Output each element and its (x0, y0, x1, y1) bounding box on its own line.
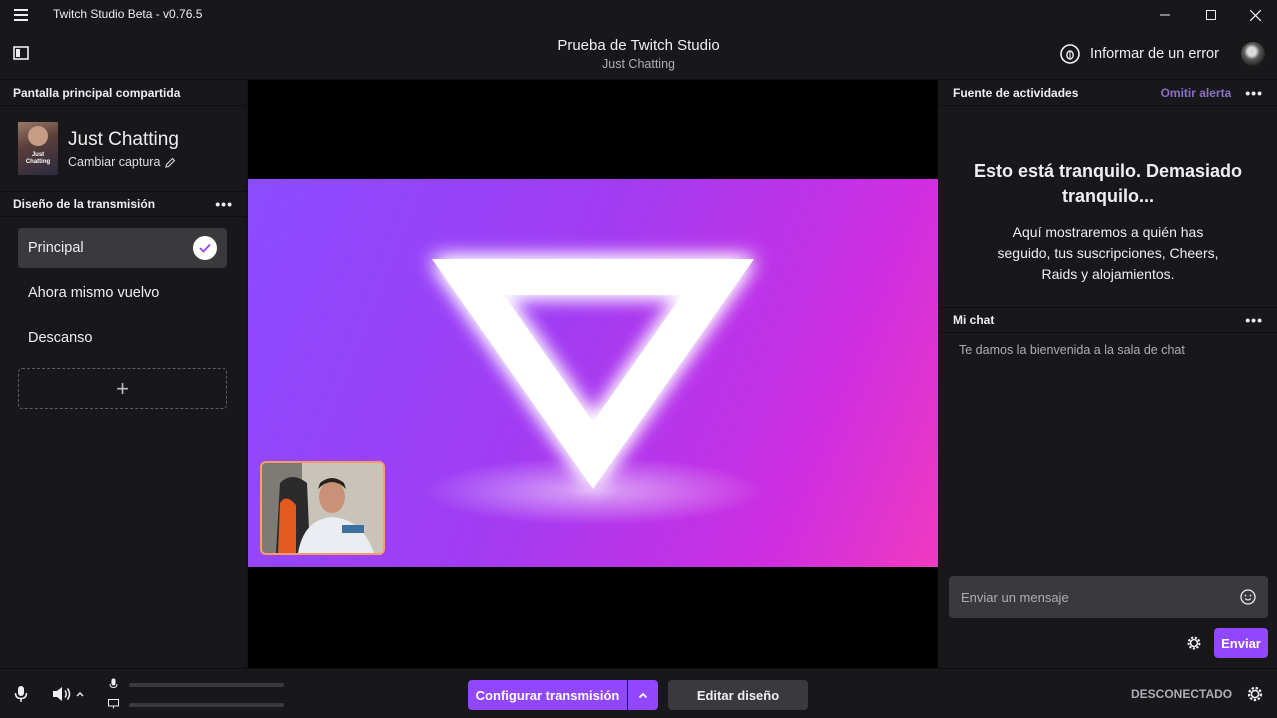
skip-alert-button[interactable]: Omitir alerta (1161, 86, 1232, 100)
connection-status: DESCONECTADO (1131, 687, 1233, 701)
send-message-button[interactable]: Enviar (1214, 628, 1268, 658)
user-avatar[interactable] (1241, 42, 1265, 66)
close-button[interactable] (1232, 0, 1277, 30)
activity-more-options-icon[interactable]: ••• (1245, 86, 1263, 100)
layout-more-options-icon[interactable]: ••• (215, 197, 233, 211)
edit-layout-button[interactable]: Editar diseño (668, 680, 808, 710)
plus-icon: + (116, 375, 129, 401)
emoji-icon[interactable] (1240, 589, 1256, 605)
desktop-audio-icon (108, 699, 119, 709)
mic-level-meter (129, 683, 284, 687)
layout-item-label: Descanso (28, 330, 93, 346)
speaker-icon[interactable] (52, 686, 72, 702)
layout-item-principal[interactable]: Principal (18, 228, 227, 268)
chat-input-placeholder: Enviar un mensaje (961, 589, 1069, 605)
activity-feed-label: Fuente de actividades (953, 85, 1079, 100)
title-bar: Twitch Studio Beta - v0.76.5 (0, 0, 1277, 30)
box-art-face (28, 126, 48, 146)
hamburger-menu-icon[interactable] (14, 9, 28, 21)
bug-icon (1060, 44, 1080, 64)
right-panel: Fuente de actividades Omitir alerta ••• … (939, 80, 1277, 668)
pencil-icon (165, 157, 176, 168)
layout-item-brb[interactable]: Ahora mismo vuelvo (18, 273, 227, 313)
report-bug-button[interactable]: Informar de un error (1059, 42, 1219, 66)
report-bug-label: Informar de un error (1090, 46, 1219, 62)
shared-screen-header: Pantalla principal compartida (0, 80, 246, 106)
shared-screen-label: Pantalla principal compartida (13, 85, 181, 100)
mic-level-icon (109, 678, 118, 689)
chat-settings-gear-icon[interactable] (1185, 634, 1203, 652)
layout-header-label: Diseño de la transmisión (13, 197, 156, 211)
left-panel: Pantalla principal compartida Just Chatt… (0, 80, 247, 668)
game-name: Just Chatting (68, 129, 179, 150)
minimize-icon (1160, 14, 1170, 16)
layout-item-label: Ahora mismo vuelvo (28, 285, 160, 301)
chat-welcome-message: Te damos la bienvenida a la sala de chat (959, 343, 1185, 357)
chat-header: Mi chat ••• (939, 307, 1277, 333)
bottom-bar: Configurar transmisión Editar diseño DES… (0, 668, 1277, 718)
minimize-button[interactable] (1142, 0, 1188, 30)
app-title: Twitch Studio Beta - v0.76.5 (53, 7, 203, 21)
chevron-up-icon[interactable] (76, 691, 84, 697)
add-layout-button[interactable]: + (18, 368, 227, 409)
layout-header: Diseño de la transmisión ••• (0, 191, 246, 217)
check-icon (193, 236, 217, 260)
configure-stream-dropdown-button[interactable] (628, 680, 658, 710)
activity-feed-header: Fuente de actividades Omitir alerta ••• (939, 80, 1277, 106)
chat-more-options-icon[interactable]: ••• (1245, 313, 1263, 327)
scene-canvas (248, 179, 938, 567)
chevron-up-icon (638, 692, 648, 698)
game-box-art: Just Chatting (18, 122, 58, 175)
settings-gear-icon[interactable] (1246, 685, 1264, 703)
close-icon (1249, 9, 1261, 21)
empty-feed-description: Aquí mostraremos a quién has seguido, tu… (997, 224, 1219, 282)
webcam-person-image (262, 463, 383, 553)
chat-input[interactable]: Enviar un mensaje (949, 576, 1268, 618)
chat-header-label: Mi chat (953, 313, 995, 327)
configure-stream-button[interactable]: Configurar transmisión (468, 680, 627, 710)
layout-item-label: Principal (28, 240, 84, 256)
maximize-button[interactable] (1188, 0, 1234, 30)
change-capture-link[interactable]: Cambiar captura (68, 155, 176, 169)
empty-feed-title: Esto está tranquilo. Demasiado tranquilo… (973, 161, 1243, 206)
layout-item-break[interactable]: Descanso (18, 318, 227, 358)
microphone-icon[interactable] (13, 685, 29, 703)
maximize-icon (1206, 10, 1216, 20)
webcam-overlay[interactable] (260, 461, 385, 555)
change-capture-label: Cambiar captura (68, 155, 161, 169)
box-art-text: Just Chatting (25, 152, 51, 165)
stream-preview[interactable] (248, 80, 938, 668)
desktop-level-meter (129, 703, 284, 707)
